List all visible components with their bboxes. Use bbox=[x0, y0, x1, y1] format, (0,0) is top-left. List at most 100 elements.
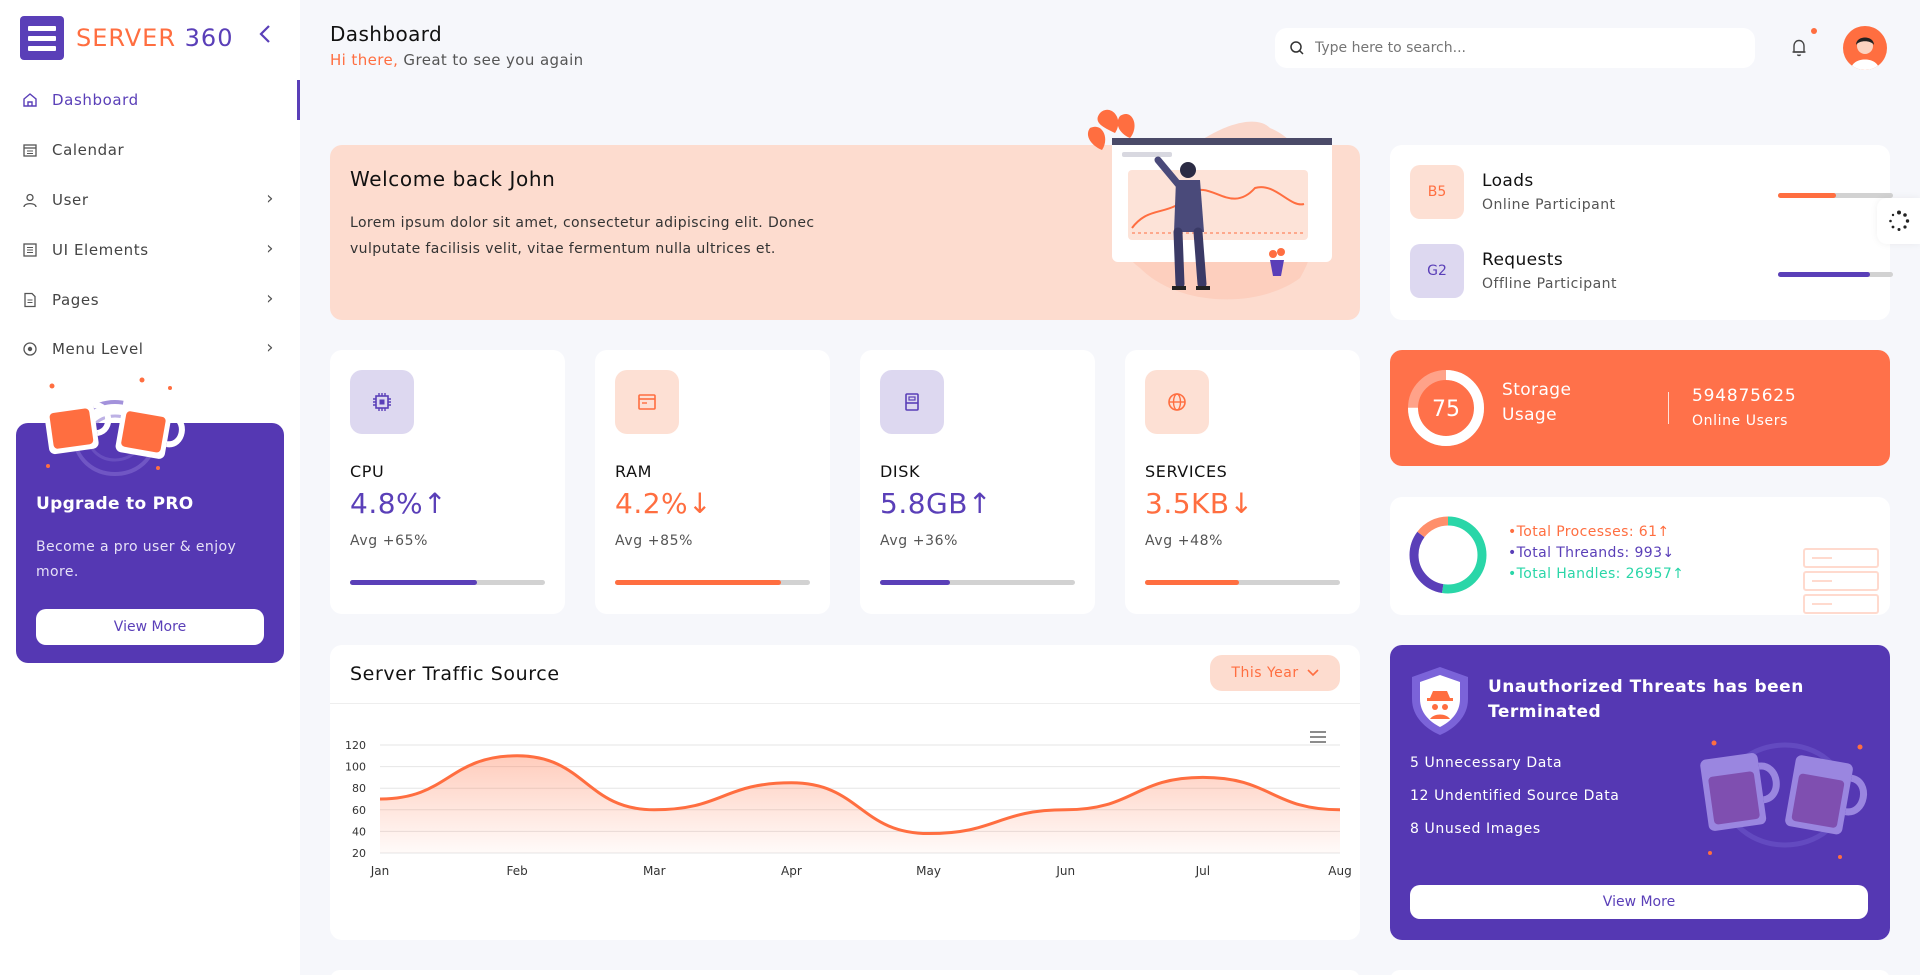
chevron-right-icon: › bbox=[266, 337, 274, 358]
server-logo-icon bbox=[20, 16, 64, 60]
stat-average: Avg +48% bbox=[1145, 533, 1224, 549]
storage-divider bbox=[1668, 392, 1669, 424]
x-tick-label: Jan bbox=[370, 864, 390, 878]
x-tick-label: Aug bbox=[1328, 864, 1351, 878]
search-input[interactable] bbox=[1315, 40, 1715, 56]
stat-progress-fill bbox=[615, 580, 781, 585]
home-icon bbox=[22, 92, 38, 108]
requests-subtitle: Offline Participant bbox=[1482, 276, 1618, 292]
stat-progress-fill bbox=[880, 580, 951, 585]
processes-donut-chart bbox=[1409, 516, 1487, 594]
y-tick-label: 120 bbox=[345, 739, 366, 752]
online-users-count: 594875625 bbox=[1692, 386, 1797, 406]
target-icon bbox=[22, 341, 38, 357]
stat-label: RAM bbox=[615, 462, 653, 481]
chevron-right-icon: › bbox=[266, 238, 274, 259]
welcome-text: Lorem ipsum dolor sit amet, consectetur … bbox=[350, 215, 815, 257]
year-filter-dropdown[interactable]: This Year bbox=[1210, 655, 1340, 691]
stat-average: Avg +85% bbox=[615, 533, 694, 549]
total-handles: •Total Handles: 26957↑ bbox=[1508, 566, 1685, 582]
sidebar-collapse-button[interactable] bbox=[258, 24, 278, 48]
sidebar-item-pages[interactable]: Pages › bbox=[0, 280, 300, 320]
sidebar-item-user[interactable]: User › bbox=[0, 180, 300, 220]
loads-title: Loads bbox=[1482, 171, 1534, 191]
server-traffic-card: Server Traffic Source This Year 20 40 60 80… bbox=[330, 645, 1360, 940]
sidebar-item-menu-level[interactable]: Menu Level › bbox=[0, 329, 300, 369]
cpu-icon bbox=[350, 370, 414, 434]
threats-card: Unauthorized Threats has been Terminated… bbox=[1390, 645, 1890, 940]
chevron-right-icon: › bbox=[266, 288, 274, 309]
calendar-icon bbox=[22, 142, 38, 158]
welcome-title: Welcome back John bbox=[350, 167, 556, 191]
sidebar-item-calendar[interactable]: Calendar bbox=[0, 130, 300, 170]
sidebar: SERVER 360 Dashboard Calendar User › UI … bbox=[0, 0, 300, 975]
analyst-illustration-icon bbox=[1087, 109, 1332, 300]
server-rack-icon bbox=[1803, 548, 1879, 614]
shield-spy-icon bbox=[1412, 667, 1468, 735]
greeting-text: Hi there, Great to see you again bbox=[330, 51, 584, 69]
loads-progress-bar bbox=[1778, 193, 1893, 198]
disk-stat-card: DISK 5.8GB↑ Avg +36% bbox=[860, 350, 1095, 614]
arrow-down-icon: ↓ bbox=[688, 487, 713, 520]
stat-label: DISK bbox=[880, 462, 921, 481]
search-bar[interactable] bbox=[1275, 28, 1755, 68]
y-tick-label: 20 bbox=[352, 847, 366, 860]
arrow-down-icon: ↓ bbox=[1229, 487, 1254, 520]
loads-subtitle: Online Participant bbox=[1482, 197, 1616, 213]
y-tick-label: 80 bbox=[352, 782, 366, 795]
x-tick-label: Apr bbox=[781, 864, 802, 878]
avatar[interactable] bbox=[1843, 26, 1887, 70]
brand-logo[interactable]: SERVER 360 bbox=[20, 16, 233, 60]
globe-icon bbox=[1145, 370, 1209, 434]
user-avatar-icon bbox=[1851, 37, 1879, 70]
arrow-up-icon: ↑ bbox=[423, 487, 448, 520]
settings-toggle[interactable] bbox=[1877, 198, 1920, 244]
bell-icon[interactable] bbox=[1788, 36, 1810, 60]
upgrade-pro-title: Upgrade to PRO bbox=[36, 494, 194, 514]
stat-progress-fill bbox=[350, 580, 477, 585]
chevron-left-icon bbox=[259, 25, 270, 43]
traffic-area-chart: 20 40 60 80 100 120 Jan Feb Mar Apr May Jun Jul Aug bbox=[345, 739, 1352, 878]
stat-progress-bar bbox=[350, 580, 545, 585]
traffic-title: Server Traffic Source bbox=[350, 663, 560, 685]
ram-icon bbox=[615, 370, 679, 434]
storage-card: 75 Storage Usage 594875625 Online Users bbox=[1390, 350, 1890, 466]
next-row-card bbox=[330, 970, 1360, 975]
loads-row: B5 Loads Online Participant bbox=[1410, 165, 1920, 221]
disk-icon bbox=[880, 370, 944, 434]
requests-badge: G2 bbox=[1410, 244, 1464, 298]
stat-average: Avg +65% bbox=[350, 533, 429, 549]
stat-value: 4.2%↓ bbox=[615, 487, 713, 520]
x-tick-label: Feb bbox=[507, 864, 528, 878]
threat-item: 12 Undentified Source Data bbox=[1410, 788, 1620, 804]
x-tick-label: Jul bbox=[1195, 864, 1210, 878]
next-row-card bbox=[1390, 970, 1890, 975]
layout-icon bbox=[22, 242, 38, 258]
brand-name: SERVER 360 bbox=[76, 24, 234, 52]
stat-progress-bar bbox=[615, 580, 810, 585]
cpu-stat-card: CPU 4.8%↑ Avg +65% bbox=[330, 350, 565, 614]
sidebar-item-dashboard[interactable]: Dashboard bbox=[0, 80, 300, 120]
threats-view-more-button[interactable]: View More bbox=[1410, 885, 1868, 919]
y-tick-label: 100 bbox=[345, 761, 366, 774]
beer-mugs-illustration-icon bbox=[1700, 740, 1868, 859]
stat-label: SERVICES bbox=[1145, 462, 1228, 481]
beer-mugs-illustration-icon bbox=[42, 377, 185, 476]
processes-card: •Total Processes: 61↑ •Total Threands: 9… bbox=[1390, 497, 1890, 615]
page-icon bbox=[22, 292, 38, 308]
upgrade-view-more-button[interactable]: View More bbox=[36, 609, 264, 645]
loads-badge: B5 bbox=[1410, 165, 1464, 219]
sidebar-item-label: UI Elements bbox=[52, 241, 149, 259]
loads-card: B5 Loads Online Participant G2 Requests … bbox=[1390, 145, 1893, 320]
sidebar-item-label: Pages bbox=[52, 291, 100, 309]
stat-value: 3.5KB↓ bbox=[1145, 487, 1254, 520]
stat-label: CPU bbox=[350, 462, 385, 481]
sidebar-item-label: User bbox=[52, 191, 89, 209]
total-processes: •Total Processes: 61↑ bbox=[1508, 524, 1670, 540]
storage-label: Storage Usage bbox=[1502, 380, 1572, 425]
page-title: Dashboard bbox=[330, 22, 443, 46]
stat-progress-bar bbox=[880, 580, 1075, 585]
requests-row: G2 Requests Offline Participant bbox=[1410, 244, 1920, 300]
upgrade-pro-text: Become a pro user & enjoy more. bbox=[36, 539, 237, 580]
sidebar-item-ui-elements[interactable]: UI Elements › bbox=[0, 230, 300, 270]
